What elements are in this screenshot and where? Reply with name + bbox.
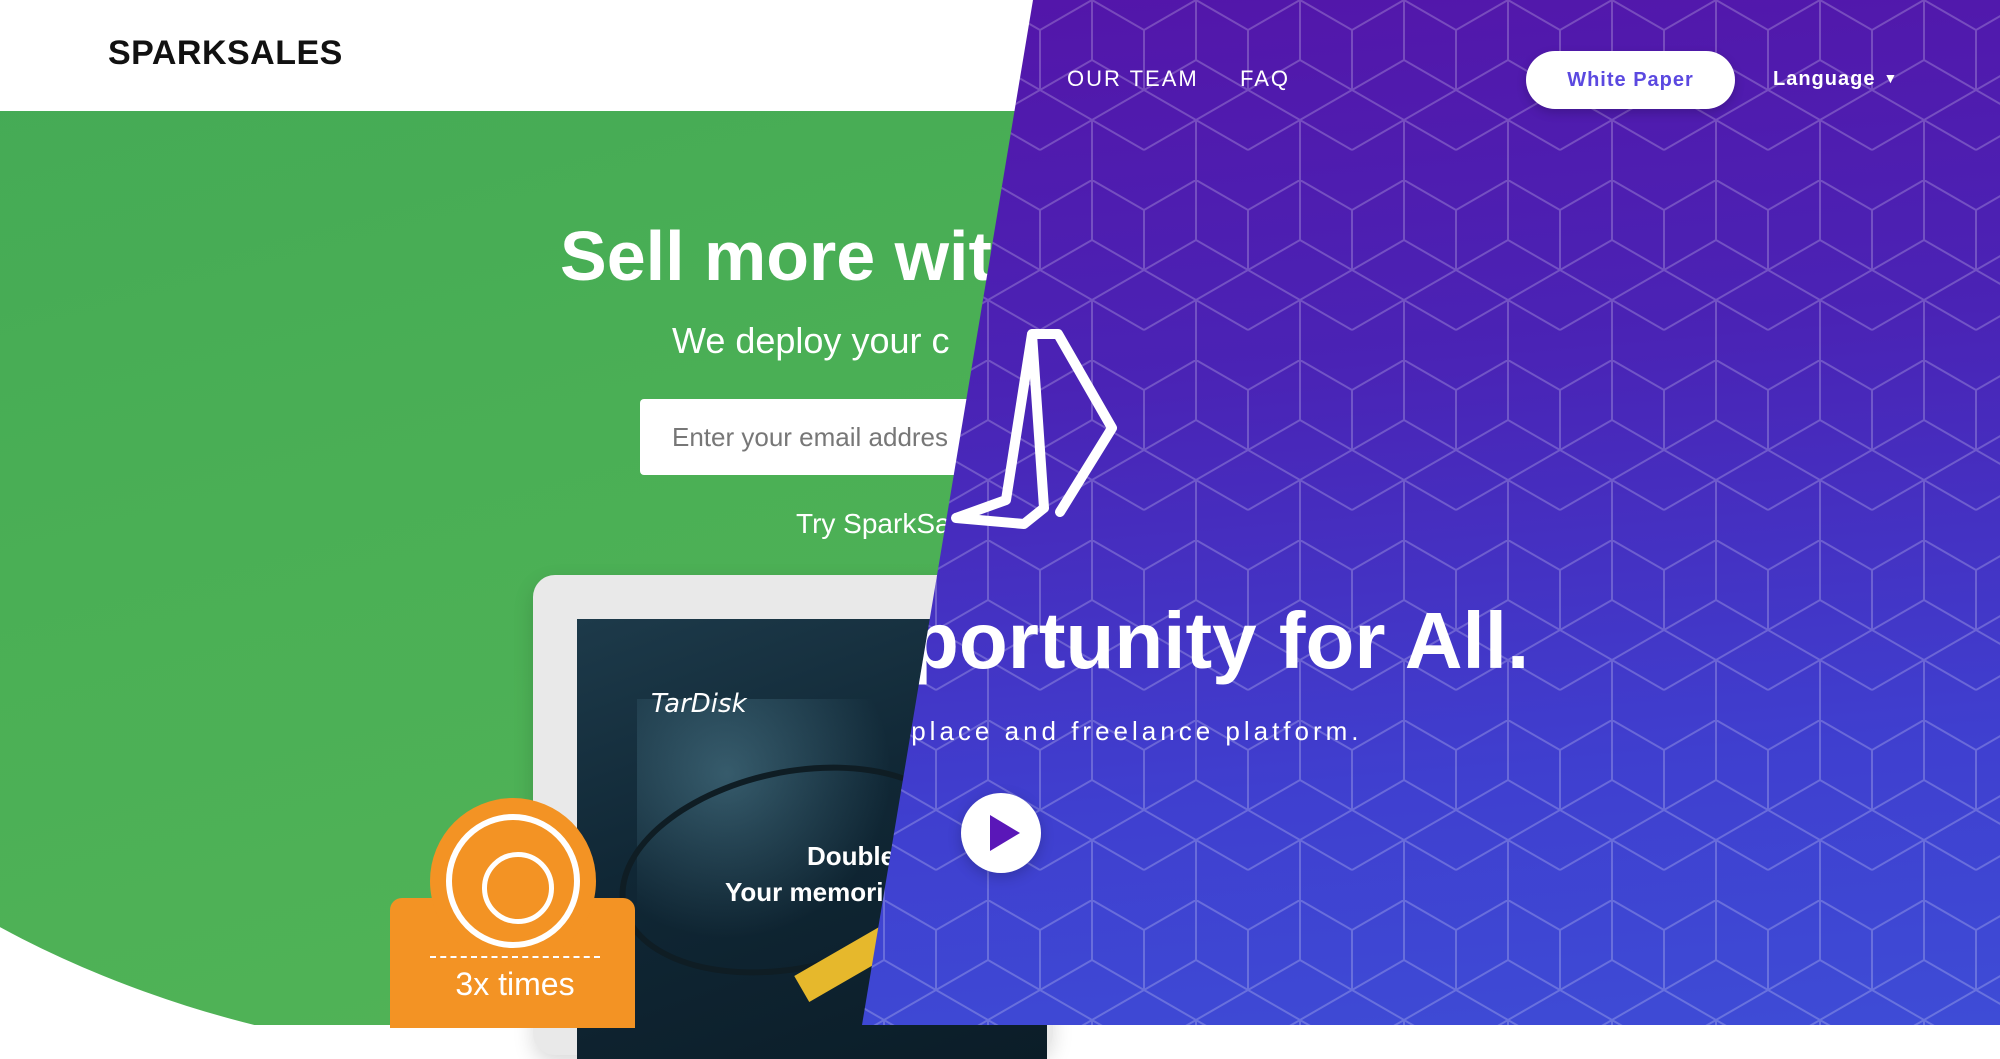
badge-circle <box>430 798 596 964</box>
language-dropdown[interactable]: Language ▼ <box>1773 68 1898 91</box>
double-label: Double <box>807 841 896 871</box>
subline: tplace and freelance platform. <box>900 716 1363 746</box>
badge-divider <box>430 956 600 958</box>
nav-faq[interactable]: FAQ <box>1240 66 1290 92</box>
play-video-button[interactable] <box>961 793 1041 873</box>
tardisk-brand: TarDisk <box>651 689 747 719</box>
badge-inner-ring <box>446 814 580 948</box>
badge-text: 3x times <box>455 966 575 1002</box>
sparksales-logo[interactable]: SPARKSALES <box>108 34 343 73</box>
hero-subtitle: We deploy your c <box>672 320 950 361</box>
refresh-chart-icon <box>482 852 554 924</box>
nav-our-team[interactable]: OUR TEAM <box>1067 66 1199 92</box>
headline: portunity for All. <box>910 596 1530 685</box>
try-sparksales-link[interactable]: Try SparkSa <box>796 508 951 540</box>
hero-title: Sell more with <box>560 217 1035 295</box>
language-label: Language <box>1773 68 1876 90</box>
caret-down-icon: ▼ <box>1883 70 1899 86</box>
badge: 3x times <box>390 798 635 1028</box>
play-icon <box>990 815 1020 851</box>
white-paper-button[interactable]: White Paper <box>1526 51 1735 109</box>
